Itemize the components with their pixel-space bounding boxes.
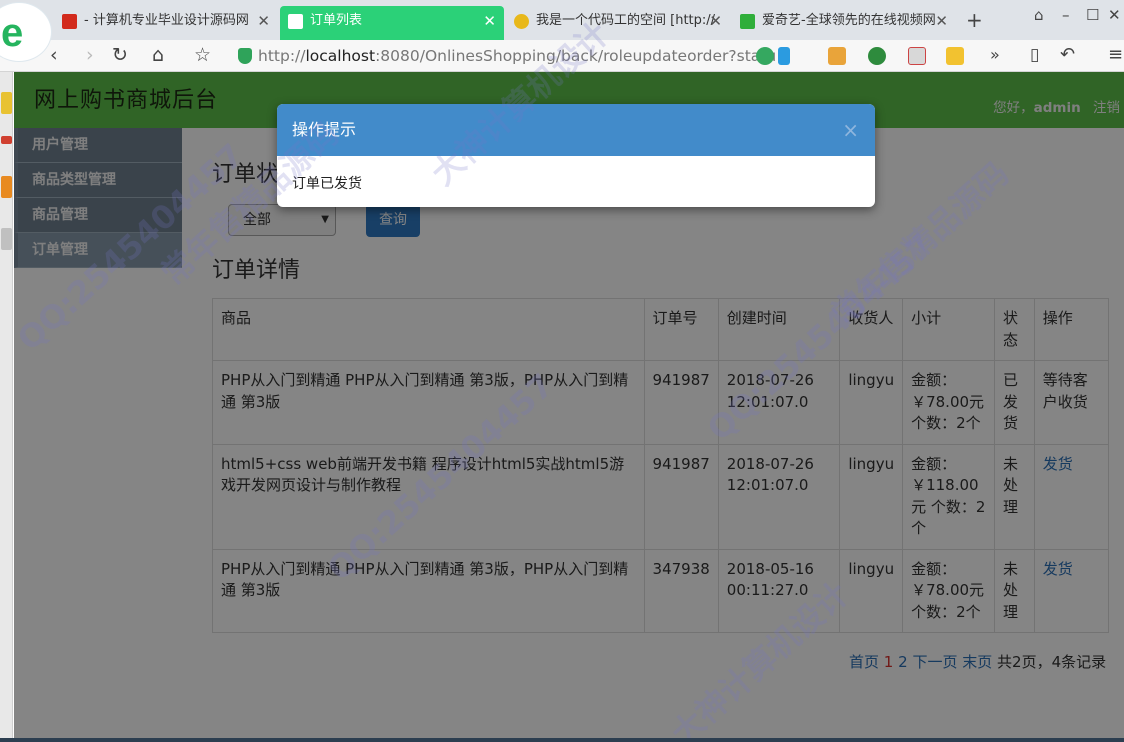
close-icon[interactable]: ✕ [935, 6, 948, 36]
tab-title: 订单列表 [310, 13, 363, 28]
browser-tab[interactable]: 爱奇艺-全球领先的在线视频网 ✕ [732, 6, 956, 40]
dialog-message: 订单已发货 [292, 176, 362, 192]
panel-icon[interactable] [1, 92, 12, 114]
home-icon[interactable]: ⌂ [152, 44, 164, 66]
new-tab-icon[interactable]: + [966, 8, 983, 32]
star-icon [514, 14, 529, 29]
browser-tab-bar: - 计算机专业毕业设计源码网 ✕ 订单列表 ✕ 我是一个代码工的空间 [http… [0, 0, 1124, 40]
panel-icon[interactable] [1, 176, 12, 198]
panel-icon[interactable] [1, 228, 12, 250]
back-icon[interactable]: ‹ [50, 44, 58, 66]
bookmark-star-icon[interactable]: ☆ [194, 44, 211, 66]
close-icon[interactable]: ✕ [709, 6, 722, 36]
tab-favicon-icon [288, 14, 303, 29]
shield-icon [238, 48, 252, 64]
extension-icon[interactable] [756, 47, 774, 65]
screen: { "browser": { "tabs": [ {"title": "- 计算… [0, 0, 1124, 742]
close-icon[interactable]: ✕ [483, 6, 496, 36]
url-scheme: http:// [258, 47, 306, 65]
minimize-icon[interactable]: – [1062, 6, 1070, 24]
close-icon[interactable]: ✕ [257, 6, 270, 36]
browser-tab-active[interactable]: 订单列表 ✕ [280, 6, 504, 40]
reader-icon[interactable]: ▯ [1030, 44, 1039, 66]
reload-icon[interactable]: ↻ [112, 44, 128, 66]
dialog-header: 操作提示 × [277, 104, 875, 156]
maximize-icon[interactable]: ☐ [1086, 6, 1099, 24]
tab-title: - 计算机专业毕业设计源码网 [84, 13, 249, 28]
url-path: :8080/OnlinesShopping/back/roleupdateord… [375, 47, 777, 65]
panel-icon[interactable] [1, 136, 12, 144]
taskbar [0, 738, 1124, 742]
tab-title: 爱奇艺-全球领先的在线视频网 [762, 13, 936, 28]
browser-toolbar: ‹ › ↻ ⌂ ☆ http://localhost:8080/OnlinesS… [0, 40, 1124, 72]
browser-tab[interactable]: - 计算机专业毕业设计源码网 ✕ [54, 6, 278, 40]
tab-favicon-icon [740, 14, 755, 29]
pin-icon[interactable]: ⌂ [1034, 6, 1044, 24]
side-panel [0, 72, 13, 742]
lightning-icon[interactable] [778, 47, 790, 65]
tab-favicon-icon [62, 14, 77, 29]
tab-title: 我是一个代码工的空间 [http:// [536, 13, 716, 28]
url-host: localhost [305, 47, 376, 65]
menu-icon[interactable]: ≡ [1108, 44, 1123, 66]
extension-icon[interactable] [828, 47, 846, 65]
extension-icon[interactable] [868, 47, 886, 65]
extension-icon[interactable] [946, 47, 964, 65]
forward-icon[interactable]: › [86, 44, 94, 66]
dialog-title: 操作提示 [292, 120, 357, 139]
close-window-icon[interactable]: ✕ [1108, 6, 1121, 24]
address-bar[interactable]: http://localhost:8080/OnlinesShopping/ba… [234, 43, 794, 69]
alert-dialog: 操作提示 × 订单已发货 [277, 104, 875, 207]
browser-tab[interactable]: 我是一个代码工的空间 [http:// ✕ [506, 6, 730, 40]
undo-icon[interactable]: ↶ [1060, 44, 1075, 66]
close-icon[interactable]: × [842, 104, 859, 156]
more-extensions-icon[interactable]: » [990, 44, 1000, 66]
extension-icon[interactable] [908, 47, 926, 65]
